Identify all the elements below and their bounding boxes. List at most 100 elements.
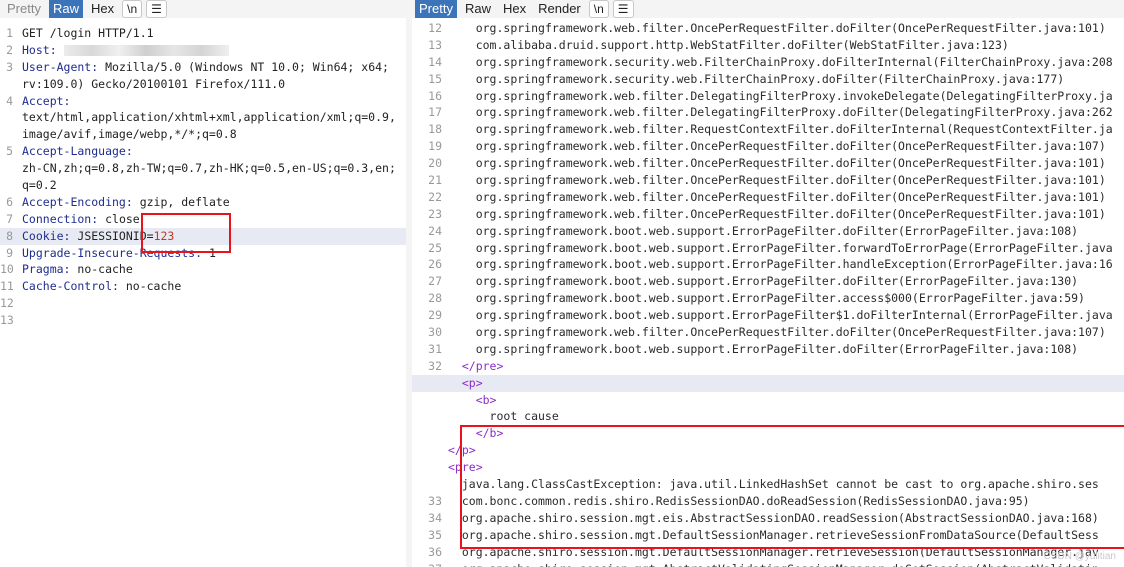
response-tab-render[interactable]: Render [534, 0, 585, 18]
header-name: Cache-Control: [22, 279, 119, 294]
header-name: Accept-Language: [22, 144, 133, 159]
stack-trace-text: org.springframework.security.web.FilterC… [475, 71, 1065, 86]
header-value: q=0.2 [22, 178, 57, 193]
request-tab-pretty[interactable]: Pretty [3, 0, 45, 18]
stack-trace-text: org.springframework.boot.web.support.Err… [475, 274, 1079, 289]
response-tab-hex[interactable]: Hex [499, 0, 530, 18]
request-line: 2 Host: [0, 42, 406, 59]
request-line: 13 [0, 312, 406, 329]
header-value: close [98, 211, 140, 226]
request-line: text/html,application/xhtml+xml,applicat… [0, 109, 406, 126]
line-number: 6 [6, 194, 13, 209]
line-number: 16 [428, 88, 442, 103]
response-line: 26 org.springframework.boot.web.support.… [412, 256, 1124, 273]
stack-trace-text: org.apache.shiro.session.mgt.AbstractVal… [462, 562, 1099, 567]
request-line: 10 Pragma: no-cache [0, 261, 406, 278]
header-name: Accept: [22, 93, 71, 108]
response-line: 32 </pre> [412, 358, 1124, 375]
response-line: 21 org.springframework.web.filter.OncePe… [412, 172, 1124, 189]
header-value: text/html,application/xhtml+xml,applicat… [22, 110, 396, 125]
line-number: 5 [6, 144, 13, 159]
request-line: image/avif,image/webp,*/*;q=0.8 [0, 126, 406, 143]
line-number: 19 [428, 139, 442, 154]
request-editor[interactable]: 1 GET /login HTTP/1.1 2 Host: 3 User-Agent: … [0, 25, 406, 329]
response-line: 27 org.springframework.boot.web.support.… [412, 273, 1124, 290]
line-number: 13 [428, 37, 442, 52]
line-number: 8 [6, 228, 13, 243]
header-value: rv:109.0) Gecko/20100101 Firefox/111.0 [22, 76, 286, 91]
request-line: 4 Accept: [0, 93, 406, 110]
cookie-annotation-box [141, 213, 231, 253]
response-line: 19 org.springframework.web.filter.OncePe… [412, 138, 1124, 155]
watermark: CSDN @yulitian [1043, 551, 1116, 562]
line-number: 18 [428, 122, 442, 137]
request-tab-hex[interactable]: Hex [87, 0, 118, 18]
html-tag: </pre> [461, 358, 504, 373]
stack-trace-text: org.springframework.web.filter.OncePerRe… [475, 21, 1106, 35]
response-line: 28 org.springframework.boot.web.support.… [412, 290, 1124, 307]
line-number: 12 [428, 21, 442, 35]
stack-trace-text: org.springframework.web.filter.OncePerRe… [475, 173, 1106, 188]
header-value: zh-CN,zh;q=0.8,zh-TW;q=0.7,zh-HK;q=0.5,e… [22, 161, 396, 176]
response-line: 14 org.springframework.security.web.Filt… [412, 54, 1124, 71]
request-line: 1 GET /login HTTP/1.1 [0, 25, 406, 42]
line-number: 4 [6, 93, 13, 108]
line-number: 34 [428, 510, 442, 525]
header-value: image/avif,image/webp,*/*;q=0.8 [22, 127, 237, 142]
hamburger-menu-icon[interactable]: ☰ [612, 0, 634, 18]
stack-trace-text: org.springframework.web.filter.OncePerRe… [475, 206, 1106, 221]
response-line: <p> [412, 374, 1124, 392]
newline-toggle-button[interactable]: \n [122, 0, 143, 18]
request-line: 6 Accept-Encoding: gzip, deflate [0, 194, 406, 211]
response-tab-raw[interactable]: Raw [461, 0, 495, 18]
response-line: 30 org.springframework.web.filter.OncePe… [412, 324, 1124, 341]
stack-trace-text: com.alibaba.druid.support.http.WebStatFi… [475, 37, 1009, 52]
stack-trace-text: org.springframework.security.web.FilterC… [475, 54, 1113, 69]
response-line: 25 org.springframework.boot.web.support.… [412, 240, 1124, 257]
header-name: Host: [22, 42, 57, 57]
response-tab-pretty[interactable]: Pretty [415, 0, 457, 18]
response-line: 15 org.springframework.security.web.Filt… [412, 71, 1124, 88]
request-tab-raw[interactable]: Raw [48, 0, 83, 18]
hamburger-menu-icon[interactable]: ☰ [146, 0, 167, 18]
response-line: 37 org.apache.shiro.session.mgt.Abstract… [412, 561, 1124, 567]
stack-trace-text: org.springframework.web.filter.OncePerRe… [475, 189, 1106, 204]
stack-trace-text: org.springframework.web.filter.OncePerRe… [475, 139, 1106, 154]
line-number: 21 [428, 173, 442, 188]
stack-trace-text: org.springframework.boot.web.support.Err… [475, 257, 1113, 272]
html-tag: <p> [461, 375, 483, 390]
header-value: GET /login HTTP/1.1 [22, 26, 154, 40]
line-number: 27 [428, 274, 442, 289]
line-number: 7 [6, 211, 13, 226]
line-number: 22 [428, 189, 442, 204]
line-number: 11 [0, 279, 14, 294]
line-number: 33 [428, 493, 442, 508]
request-line: 3 User-Agent: Mozilla/5.0 (Windows NT 10.… [0, 59, 406, 76]
line-number: 3 [6, 59, 13, 74]
request-panel: Pretty Raw Hex \n ☰ 1 GET /login HTTP/1.1… [0, 0, 406, 567]
stack-trace-text: org.springframework.web.filter.RequestCo… [475, 122, 1113, 137]
stack-trace-text: org.springframework.web.filter.Delegatin… [475, 88, 1113, 103]
line-number: 30 [428, 325, 442, 340]
header-name: Accept-Encoding: [22, 194, 133, 209]
line-number: 28 [428, 291, 442, 306]
newline-toggle-button[interactable]: \n [588, 0, 609, 18]
line-number: 24 [428, 223, 442, 238]
response-line: 24 org.springframework.boot.web.support.… [412, 223, 1124, 240]
response-line: root cause [412, 408, 1124, 425]
stack-trace-text: root cause [489, 409, 559, 424]
line-number: 20 [428, 156, 442, 171]
line-number: 2 [6, 42, 13, 57]
response-line: 16 org.springframework.web.filter.Delega… [412, 88, 1124, 105]
line-number: 14 [428, 54, 442, 69]
response-line: 12 org.springframework.web.filter.OncePe… [412, 20, 1124, 37]
header-value: gzip, deflate [132, 194, 230, 209]
response-line: 23 org.springframework.web.filter.OncePe… [412, 206, 1124, 223]
line-number: 13 [0, 313, 14, 328]
stack-trace-text: org.springframework.boot.web.support.Err… [475, 291, 1085, 306]
response-line: 18 org.springframework.web.filter.Reques… [412, 121, 1124, 138]
stack-trace-text: org.springframework.boot.web.support.Err… [475, 223, 1079, 238]
request-line: zh-CN,zh;q=0.8,zh-TW;q=0.7,zh-HK;q=0.5,e… [0, 160, 406, 177]
response-line: 17 org.springframework.web.filter.Delega… [412, 104, 1124, 121]
request-toolbar: Pretty Raw Hex \n ☰ [0, 0, 406, 18]
